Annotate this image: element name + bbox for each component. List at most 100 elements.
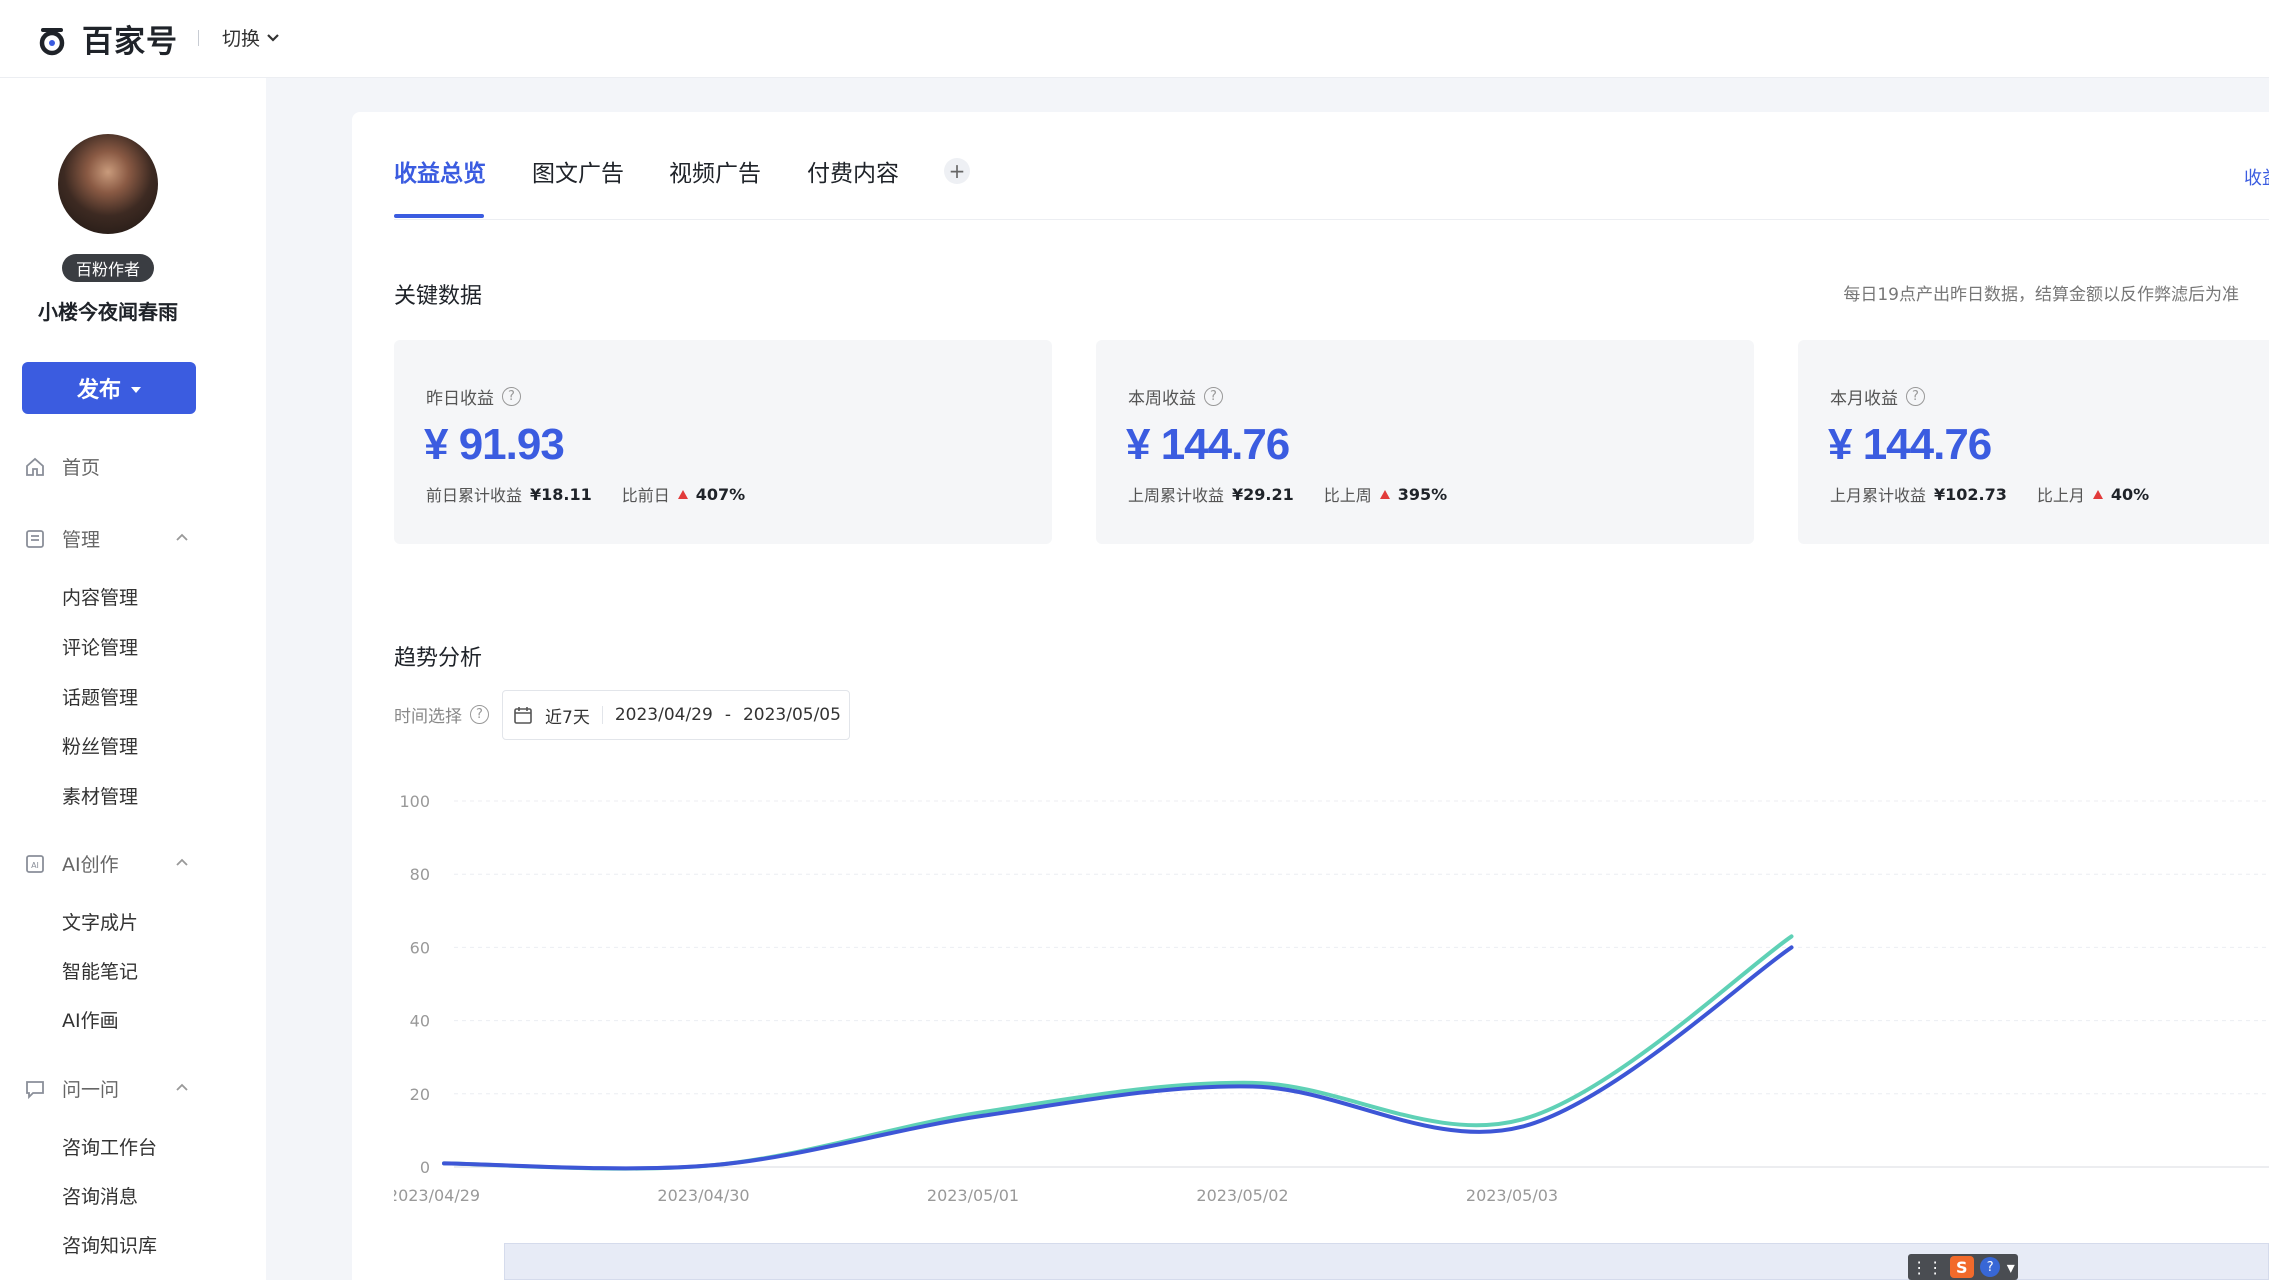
stat-sub-label: 上月累计收益 xyxy=(1830,486,1927,505)
series-line[interactable] xyxy=(442,934,1794,1171)
stat-compare-value: 395% xyxy=(1397,484,1448,504)
stat-card-month: 本月收益 ? ¥ 144.76 上月累计收益 ¥102.73 比上月 40% xyxy=(1798,340,2269,544)
sidebar-group-manage[interactable]: 管理 xyxy=(24,525,100,552)
sidebar-item-text-to-video[interactable]: 文字成片 xyxy=(62,908,138,935)
sidebar-item-consult-messages[interactable]: 咨询消息 xyxy=(62,1182,138,1209)
grid-icon: ⋮⋮ xyxy=(1911,1257,1944,1277)
author-badge: 百粉作者 xyxy=(62,254,154,282)
active-tab-indicator xyxy=(394,214,484,218)
sidebar-group-label: 管理 xyxy=(62,529,101,551)
time-select-label: 时间选择 xyxy=(394,707,462,727)
y-tick-label: 0 xyxy=(420,1158,430,1177)
x-tick-label: 2023/05/02 xyxy=(1196,1186,1288,1205)
baijiahao-logo-icon xyxy=(38,22,72,56)
chevron-up-icon[interactable] xyxy=(174,854,190,870)
help-icon[interactable]: ? xyxy=(1204,387,1223,406)
range-preset[interactable]: 近7天 xyxy=(545,703,590,728)
tab-video-ads[interactable]: 视频广告 xyxy=(669,154,761,188)
stat-label-wrap: 本月收益 ? xyxy=(1830,384,1925,409)
data-note: 每日19点产出昨日数据，结算金额以反作弊滤后为准 xyxy=(1843,285,2239,305)
chevron-up-icon[interactable] xyxy=(174,529,190,545)
sidebar-item-home[interactable]: 首页 xyxy=(24,453,100,480)
sidebar: 百粉作者 小楼今夜闻春雨 发布 首页 管理 内容管理 评论管理 话题管理 粉丝管… xyxy=(0,78,266,1280)
sidebar-item-label: 首页 xyxy=(62,457,101,479)
revenue-link[interactable]: 收益 xyxy=(2244,164,2269,190)
sidebar-item-ai-drawing[interactable]: AI作画 xyxy=(62,1006,119,1033)
arrow-up-icon xyxy=(677,489,688,499)
sogou-icon: S xyxy=(1949,1256,1974,1278)
home-icon xyxy=(26,457,44,476)
sidebar-group-ask[interactable]: 问一问 xyxy=(24,1075,119,1102)
stat-sub-value: ¥102.73 xyxy=(1934,484,2007,504)
sidebar-item-fans[interactable]: 粉丝管理 xyxy=(62,732,138,759)
y-tick-label: 60 xyxy=(410,938,430,957)
stat-card-week: 本周收益 ? ¥ 144.76 上周累计收益 ¥29.21 比上周 395% xyxy=(1096,340,1754,544)
topbar-divider xyxy=(198,30,199,46)
stat-sub: 上周累计收益 ¥29.21 比上周 395% xyxy=(1128,482,1447,506)
sidebar-item-comments[interactable]: 评论管理 xyxy=(62,633,138,660)
publish-button[interactable]: 发布 xyxy=(22,362,196,414)
author-name: 小楼今夜闻春雨 xyxy=(38,300,178,324)
chevron-up-icon[interactable] xyxy=(174,1079,190,1095)
end-date[interactable]: 2023/05/05 xyxy=(743,705,841,725)
top-bar: 百家号 切换 xyxy=(0,0,2269,78)
sidebar-item-content[interactable]: 内容管理 xyxy=(62,583,138,610)
series-line[interactable] xyxy=(442,945,1794,1171)
stat-sub-label: 前日累计收益 xyxy=(426,486,523,505)
date-range-picker[interactable]: 近7天 2023/04/29 - 2023/05/05 xyxy=(502,690,850,740)
sidebar-item-smart-notes[interactable]: 智能笔记 xyxy=(62,957,138,984)
y-tick-label: 20 xyxy=(410,1085,430,1104)
help-icon[interactable]: ? xyxy=(502,387,521,406)
help-icon[interactable]: ? xyxy=(470,705,489,724)
stat-value: ¥ 91.93 xyxy=(424,420,565,469)
caret-down-icon xyxy=(131,387,141,393)
tab-article-ads[interactable]: 图文广告 xyxy=(532,154,624,188)
chat-icon xyxy=(26,1080,44,1099)
stat-label: 本月收益 xyxy=(1830,389,1898,409)
time-select-label-wrap: 时间选择 ? xyxy=(394,702,489,727)
calendar-icon xyxy=(514,707,532,724)
stat-card-yesterday: 昨日收益 ? ¥ 91.93 前日累计收益 ¥18.11 比前日 407% xyxy=(394,340,1052,544)
brand-logo[interactable]: 百家号 xyxy=(38,16,178,61)
sidebar-group-label: 问一问 xyxy=(62,1079,120,1101)
trend-chart[interactable]: 0 20 40 60 80 100 2023/04/29 2023/04/30 2023/05/… xyxy=(394,780,2269,1210)
help-circle-icon: ? xyxy=(1980,1257,2001,1277)
stat-label: 昨日收益 xyxy=(426,389,494,409)
stat-compare-value: 407% xyxy=(695,484,746,504)
sidebar-item-materials[interactable]: 素材管理 xyxy=(62,782,138,809)
y-tick-label: 100 xyxy=(399,792,430,811)
add-tab-button[interactable]: + xyxy=(944,158,970,184)
arrow-up-icon xyxy=(1379,489,1390,499)
trend-title: 趋势分析 xyxy=(394,646,483,671)
stat-value: ¥ 144.76 xyxy=(1828,420,1992,469)
sidebar-item-consult-workbench[interactable]: 咨询工作台 xyxy=(62,1133,157,1160)
tab-paid-content[interactable]: 付费内容 xyxy=(807,154,899,188)
document-icon xyxy=(26,529,44,548)
ai-icon: AI xyxy=(26,854,44,873)
publish-label: 发布 xyxy=(76,378,121,403)
stat-sub: 前日累计收益 ¥18.11 比前日 407% xyxy=(426,482,745,506)
help-icon[interactable]: ? xyxy=(1906,387,1925,406)
stat-compare-label: 比上周 xyxy=(1323,486,1372,505)
sidebar-group-label: AI创作 xyxy=(62,854,119,876)
x-tick-label: 2023/04/29 xyxy=(394,1186,480,1205)
y-tick-label: 40 xyxy=(410,1012,430,1031)
stat-compare-label: 比上月 xyxy=(2036,486,2085,505)
date-separator: - xyxy=(724,705,731,725)
avatar[interactable] xyxy=(58,134,158,234)
stat-label-wrap: 本周收益 ? xyxy=(1128,384,1223,409)
sidebar-item-consult-knowledge[interactable]: 咨询知识库 xyxy=(62,1231,157,1258)
arrow-up-icon xyxy=(2092,489,2103,499)
x-tick-label: 2023/05/03 xyxy=(1466,1186,1558,1205)
start-date[interactable]: 2023/04/29 xyxy=(615,705,713,725)
stat-sub-label: 上周累计收益 xyxy=(1128,486,1225,505)
stat-sub: 上月累计收益 ¥102.73 比上月 40% xyxy=(1830,482,2149,506)
ime-toolbar[interactable]: ⋮⋮ S ? ▾ xyxy=(1908,1254,2018,1280)
key-data-title: 关键数据 xyxy=(394,284,483,309)
stat-value: ¥ 144.76 xyxy=(1126,420,1290,469)
stat-sub-value: ¥18.11 xyxy=(530,484,592,504)
switch-account-button[interactable]: 切换 xyxy=(222,24,280,51)
tab-revenue-overview[interactable]: 收益总览 xyxy=(394,154,486,188)
sidebar-group-ai[interactable]: AI AI创作 xyxy=(24,850,119,877)
sidebar-item-topics[interactable]: 话题管理 xyxy=(62,683,138,710)
